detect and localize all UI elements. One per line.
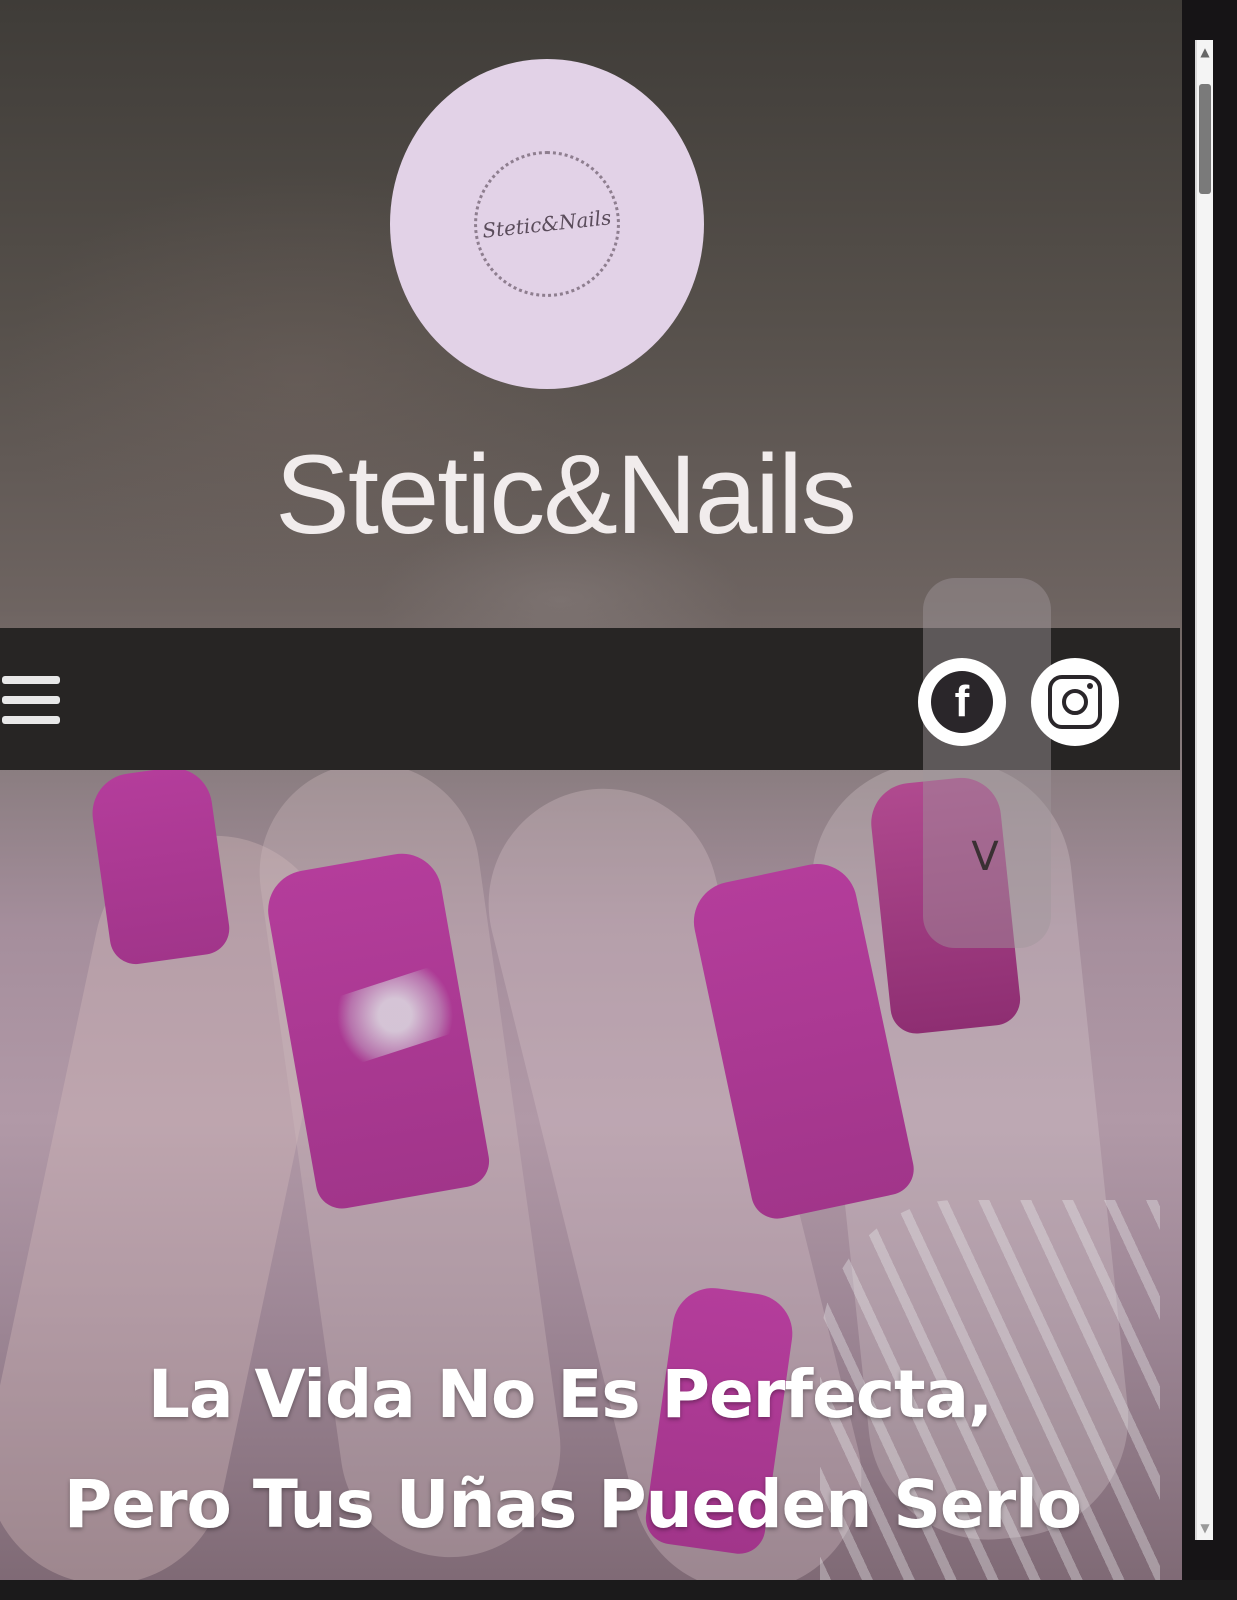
hero-tagline-line1: La Vida No Es Perfecta, xyxy=(147,1356,993,1433)
hamburger-menu-icon[interactable] xyxy=(2,676,60,724)
facebook-icon: f xyxy=(931,671,993,733)
facebook-button[interactable]: f xyxy=(918,658,1006,746)
logo-script-text: Stetic&Nails xyxy=(481,205,613,243)
scroll-up-arrow-icon[interactable]: ▲ xyxy=(1197,40,1213,64)
social-panel-toggle[interactable]: V xyxy=(958,830,1012,884)
instagram-icon xyxy=(1048,675,1102,729)
logo-ring: Stetic&Nails xyxy=(474,151,620,297)
menu-line xyxy=(2,676,60,684)
window-bottom-edge xyxy=(0,1580,1237,1600)
scroll-down-arrow-icon[interactable]: ▼ xyxy=(1197,1516,1213,1540)
menu-line xyxy=(2,696,60,704)
site-logo[interactable]: Stetic&Nails xyxy=(390,59,704,389)
social-links-panel xyxy=(923,578,1051,948)
hero-tagline-line2: Pero Tus Uñas Pueden Serlo xyxy=(63,1466,1082,1543)
menu-line xyxy=(2,716,60,724)
site-title[interactable]: Stetic&Nails xyxy=(0,430,1130,559)
vertical-scrollbar[interactable]: ▲ ▼ xyxy=(1195,40,1213,1540)
scrollbar-thumb[interactable] xyxy=(1199,84,1211,194)
website-page: Stetic&Nails Stetic&Nails f V La Vida No… xyxy=(0,0,1237,1600)
nail-shape xyxy=(87,762,233,968)
instagram-button[interactable] xyxy=(1031,658,1119,746)
